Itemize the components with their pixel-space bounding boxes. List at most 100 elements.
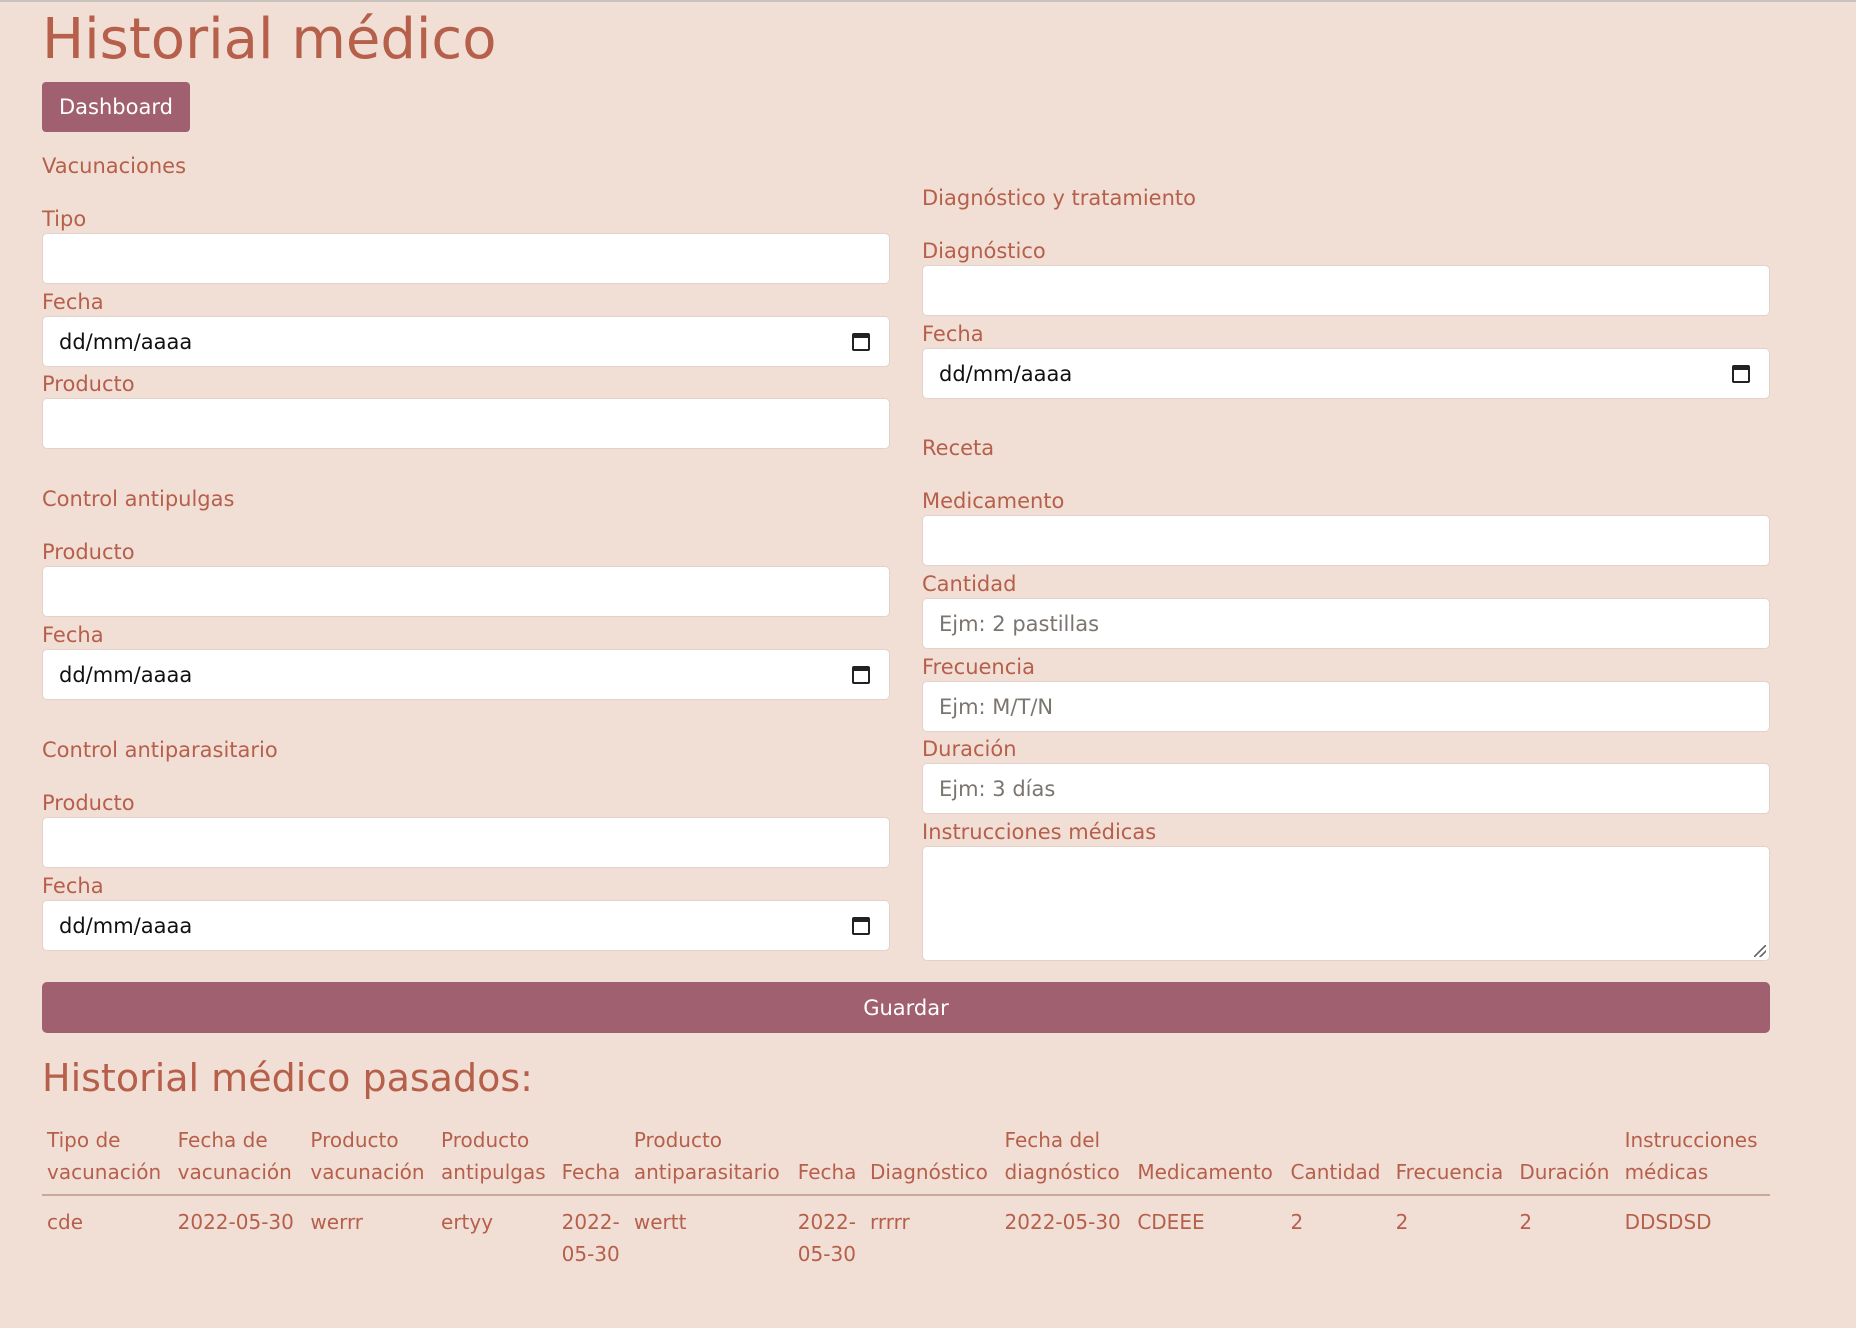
duracion-input[interactable]: Ejm: 3 días: [922, 763, 1770, 814]
table-header-text: Producto: [441, 1128, 530, 1152]
table-header-text: Fecha: [797, 1160, 857, 1184]
table-cell: 2022-05-30: [1000, 1195, 1133, 1280]
section-vacunaciones: Vacunaciones: [42, 154, 187, 178]
table-header-text: vacunación: [177, 1160, 292, 1184]
section-diagnostico: Diagnóstico y tratamiento: [922, 186, 1196, 210]
calendar-icon[interactable]: [852, 916, 870, 935]
table-cell-text: 2: [1290, 1210, 1304, 1234]
table-header-text: antiparasitario: [633, 1160, 780, 1184]
cantidad-label: Cantidad: [922, 572, 1017, 596]
antipulgas-producto-label: Producto: [42, 540, 135, 564]
past-history-title: Historial médico pasados:: [42, 1056, 533, 1100]
table-cell-text: rrrrr: [870, 1210, 910, 1234]
page-title: Historial médico: [42, 7, 497, 72]
antipulgas-fecha-input[interactable]: dd/mm/aaaa: [42, 649, 890, 700]
table-header-cell: Medicamento: [1132, 1120, 1286, 1196]
table-header-cell: Tipo de vacunación: [42, 1120, 173, 1196]
table-cell: rrrrr: [865, 1195, 1000, 1280]
table-header-text: Cantidad: [1290, 1160, 1381, 1184]
table-cell-text: DDSDSD: [1624, 1210, 1712, 1234]
table-cell: 2022-05-30: [793, 1195, 865, 1280]
antipulgas-fecha-label: Fecha: [42, 623, 104, 647]
table-cell-text: 2022-: [561, 1210, 620, 1234]
diagnostico-fecha-label: Fecha: [922, 322, 984, 346]
diagnostico-input[interactable]: [922, 265, 1770, 316]
antiparasitario-fecha-value: dd/mm/aaaa: [59, 913, 193, 938]
medicamento-input[interactable]: [922, 515, 1770, 566]
table-cell: 2: [1285, 1195, 1390, 1280]
calendar-icon[interactable]: [852, 665, 870, 684]
table-cell-text: werrr: [310, 1210, 364, 1234]
vacuna-producto-input[interactable]: [42, 398, 890, 449]
table-cell-text: 2: [1395, 1210, 1409, 1234]
table-header-text: médicas: [1624, 1160, 1709, 1184]
table-header-text: Fecha de: [177, 1128, 268, 1152]
table-cell: wertt: [629, 1195, 793, 1280]
table-cell: 2022-05-30: [173, 1195, 306, 1280]
table-header-text: Fecha del: [1004, 1128, 1101, 1152]
table-cell: CDEEE: [1132, 1195, 1285, 1280]
table-cell-text: wertt: [633, 1210, 687, 1234]
save-button[interactable]: Guardar: [42, 982, 1770, 1033]
table-cell-text: 05-30: [561, 1242, 620, 1266]
table-cell: 2022- 05-30: [557, 1195, 629, 1280]
form-columns: Vacunaciones Tipo Fecha dd/mm/aaaa Produ…: [42, 132, 1814, 982]
table-header-cell: Fecha: [792, 1120, 866, 1196]
antiparasitario-fecha-label: Fecha: [42, 874, 104, 898]
table-header-cell: Duración: [1514, 1120, 1620, 1196]
calendar-icon[interactable]: [1732, 364, 1750, 383]
vacuna-fecha-label: Fecha: [42, 290, 104, 314]
table-cell: DDSDSD: [1620, 1195, 1770, 1280]
frecuencia-placeholder: Ejm: M/T/N: [939, 694, 1054, 719]
section-antipulgas: Control antipulgas: [42, 487, 235, 511]
table-header-cell: Instrucciones médicas: [1619, 1120, 1770, 1196]
table-cell-text: 2: [1519, 1210, 1533, 1234]
table-header-cell: Frecuencia: [1390, 1120, 1515, 1196]
table-cell-text: 2022-05-30: [1004, 1210, 1121, 1234]
antiparasitario-producto-label: Producto: [42, 791, 135, 815]
table-header-text: Medicamento: [1137, 1160, 1273, 1184]
vacuna-fecha-input[interactable]: dd/mm/aaaa: [42, 316, 890, 367]
table-cell: 2: [1391, 1195, 1515, 1280]
frecuencia-input[interactable]: Ejm: M/T/N: [922, 681, 1770, 732]
diagnostico-fecha-input[interactable]: dd/mm/aaaa: [922, 348, 1770, 399]
table-cell: cde: [42, 1195, 173, 1280]
table-header-text: Instrucciones: [1624, 1128, 1758, 1152]
table-cell-text: 05-30: [797, 1242, 856, 1266]
table-cell: ertyy: [436, 1195, 557, 1280]
table-cell: 2: [1514, 1195, 1619, 1280]
table-header-cell: Producto vacunación: [305, 1120, 437, 1196]
table-row: cde 2022-05-30 werrr ertyy 2022- 05-30 wertt 20…: [42, 1195, 1770, 1280]
antipulgas-producto-input[interactable]: [42, 566, 890, 617]
antiparasitario-fecha-input[interactable]: dd/mm/aaaa: [42, 900, 890, 951]
calendar-icon[interactable]: [852, 332, 870, 351]
vacuna-tipo-label: Tipo: [42, 207, 87, 231]
table-header-cell: Fecha del diagnóstico: [999, 1120, 1133, 1196]
table-header-text: Producto: [633, 1128, 723, 1152]
cantidad-placeholder: Ejm: 2 pastillas: [939, 611, 1100, 636]
instrucciones-textarea[interactable]: [922, 846, 1770, 961]
table-cell-text: ertyy: [441, 1210, 494, 1234]
vacuna-tipo-input[interactable]: [42, 233, 890, 284]
diagnostico-fecha-value: dd/mm/aaaa: [939, 361, 1073, 386]
duracion-label: Duración: [922, 737, 1017, 761]
table-cell: werrr: [305, 1195, 436, 1280]
instrucciones-label: Instrucciones médicas: [922, 820, 1157, 844]
duracion-placeholder: Ejm: 3 días: [939, 776, 1056, 801]
frecuencia-label: Frecuencia: [922, 655, 1035, 679]
page: Historial médico Dashboard Vacunaciones …: [0, 0, 1856, 1328]
antiparasitario-producto-input[interactable]: [42, 817, 890, 868]
table-header-text: diagnóstico: [1004, 1160, 1120, 1184]
table-header-cell: Fecha de vacunación: [172, 1120, 306, 1196]
dashboard-button[interactable]: Dashboard: [42, 82, 190, 132]
cantidad-input[interactable]: Ejm: 2 pastillas: [922, 598, 1770, 649]
table-header-text: vacunación: [310, 1160, 425, 1184]
diagnostico-label: Diagnóstico: [922, 239, 1046, 263]
table-header-text: Tipo de: [47, 1128, 121, 1152]
vacuna-fecha-value: dd/mm/aaaa: [59, 329, 193, 354]
table-cell-text: cde: [47, 1210, 83, 1234]
table-header-cell: Fecha: [556, 1120, 629, 1196]
medicamento-label: Medicamento: [922, 489, 1065, 513]
resize-handle-icon[interactable]: [1754, 945, 1766, 957]
table-header-cell: Cantidad: [1285, 1120, 1391, 1196]
